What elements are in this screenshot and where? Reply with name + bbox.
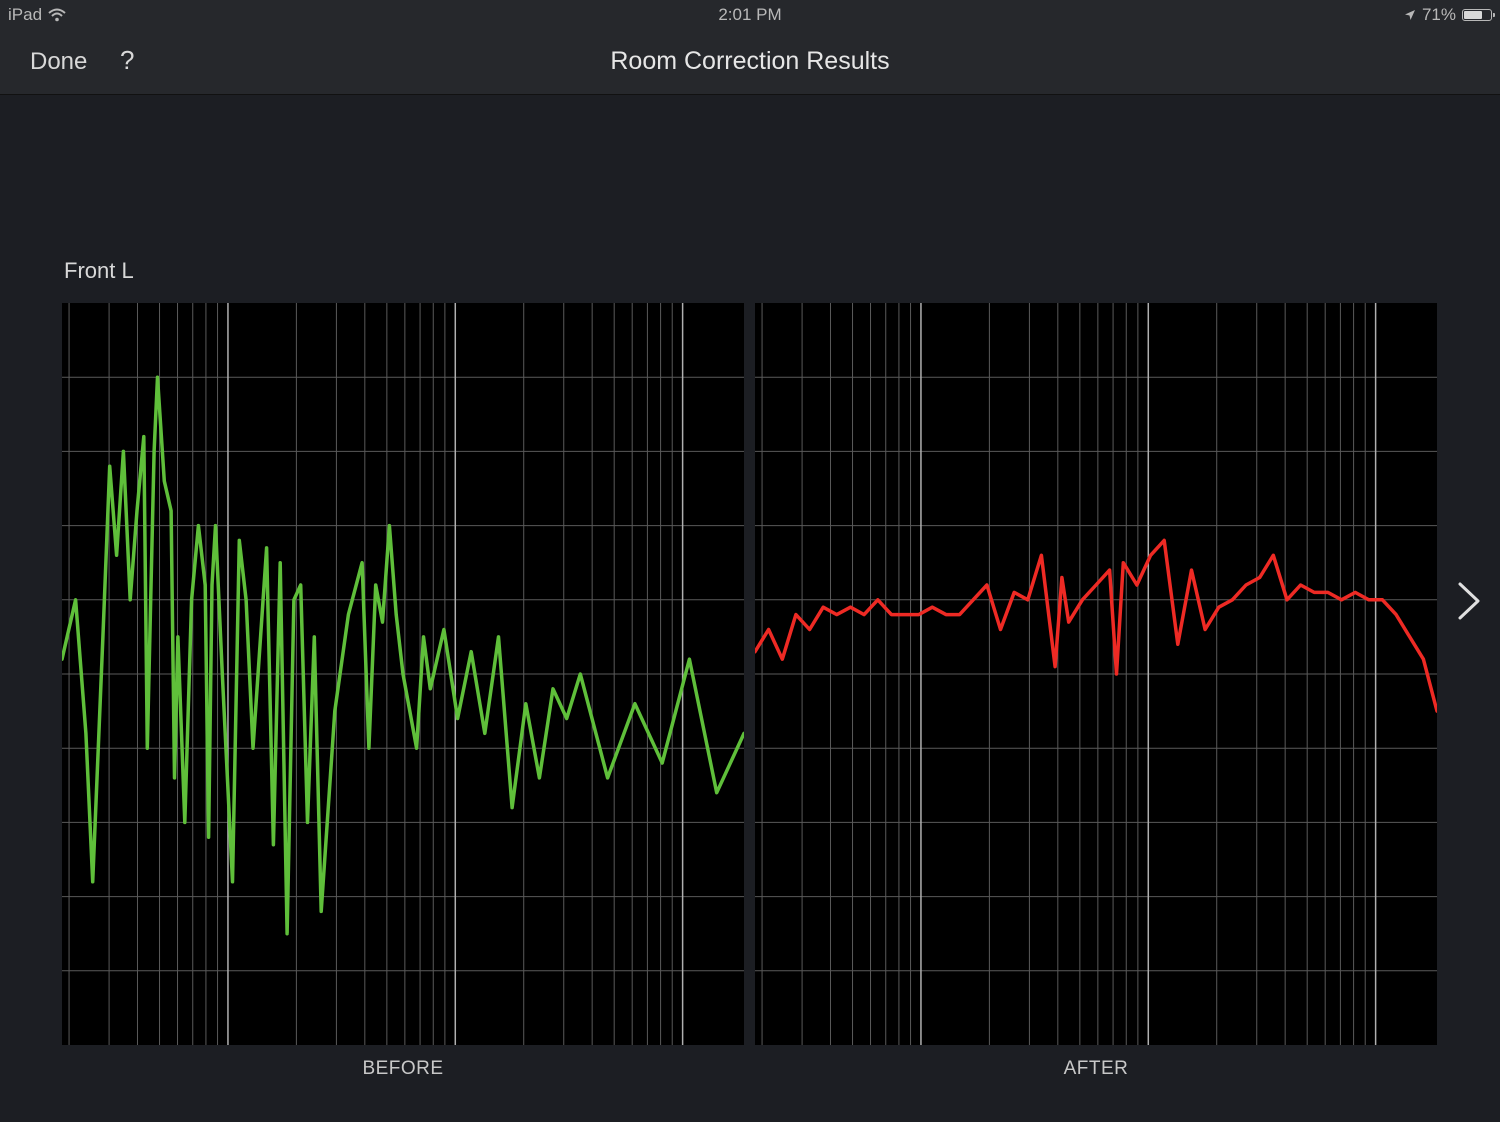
before-chart-plot: [62, 303, 744, 1045]
after-chart: [755, 303, 1437, 1045]
before-response-line: [62, 375, 744, 936]
before-chart: [62, 303, 744, 1045]
status-time: 2:01 PM: [718, 5, 782, 24]
nav-bar: Done ? Room Correction Results: [0, 30, 1500, 95]
location-arrow-icon: [1404, 10, 1415, 20]
page-title: Room Correction Results: [610, 47, 890, 75]
battery-percent: 71%: [1421, 5, 1456, 24]
before-caption: BEFORE: [362, 1058, 444, 1079]
status-right: 71%: [1404, 5, 1495, 25]
speaker-label: Front L: [64, 258, 134, 283]
battery-icon: [1462, 9, 1495, 21]
after-chart-plot: [755, 303, 1437, 1045]
status-bar: iPad 2:01 PM 71%: [0, 0, 1500, 30]
chevron-right-icon[interactable]: [1452, 578, 1486, 624]
after-response-line: [755, 538, 1437, 713]
battery-level: [1464, 11, 1482, 19]
after-caption: AFTER: [1063, 1058, 1129, 1079]
